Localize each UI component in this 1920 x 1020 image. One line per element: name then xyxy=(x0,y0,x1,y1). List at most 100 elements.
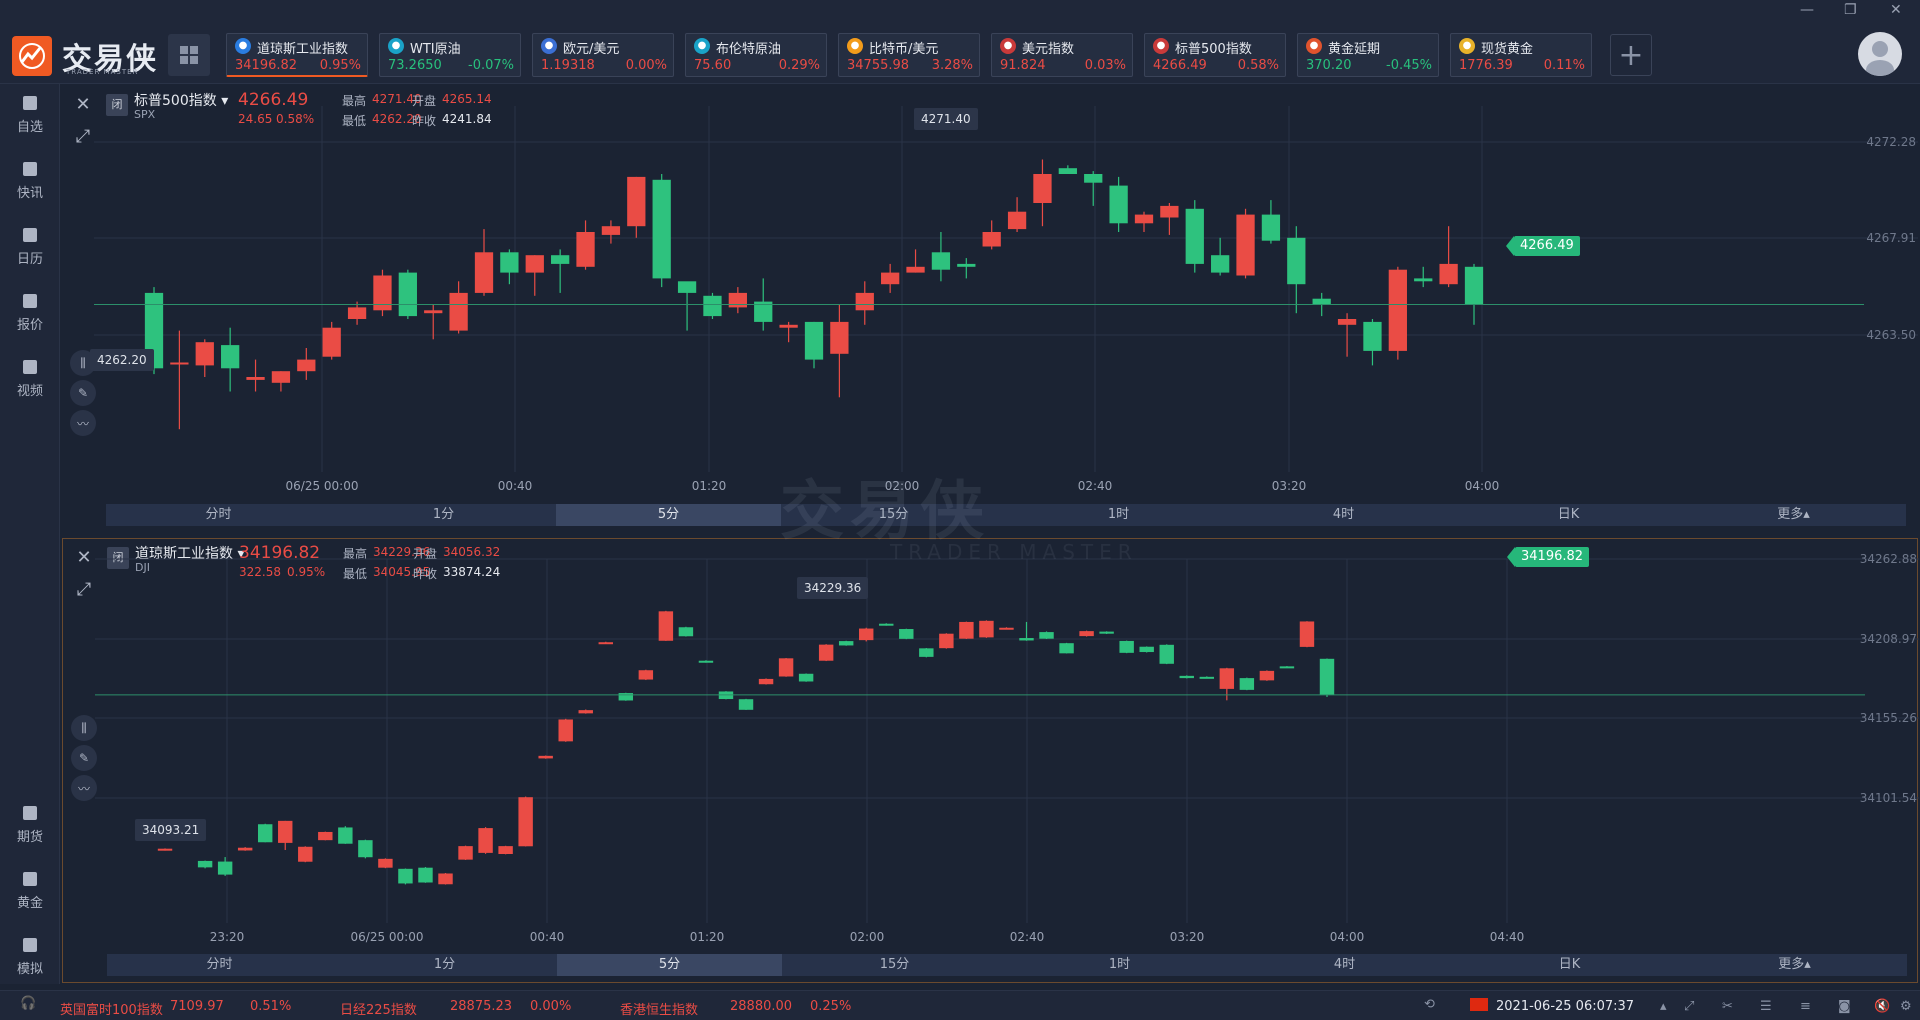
footer-index-name[interactable]: 香港恒生指数 xyxy=(620,999,698,1018)
mute-icon[interactable]: 🔇 xyxy=(1874,999,1890,1014)
ticker-1[interactable]: ● WTI原油 73.2650 -0.07% xyxy=(379,33,521,77)
sidebar-item-0[interactable]: 自选 xyxy=(0,84,60,144)
candle-body xyxy=(618,693,634,701)
chart-canvas[interactable]: 23:20 06/25 00:00 00:40 01:20 02:00 02:40 03:2… xyxy=(85,539,1919,954)
timeframe-0[interactable]: 分时 xyxy=(106,504,331,526)
sidebar-bottom-item-2[interactable]: 模拟 xyxy=(0,926,60,986)
candle-body xyxy=(338,827,353,844)
timeframe-6[interactable]: 日K xyxy=(1456,504,1681,526)
candle-body xyxy=(959,621,974,639)
headset-icon[interactable]: 🎧 xyxy=(20,996,36,1011)
candle-body xyxy=(855,292,874,311)
footer-index-name[interactable]: 日经225指数 xyxy=(340,999,417,1018)
fullscreen-icon[interactable]: ⤢ xyxy=(1684,999,1694,1014)
link-icon[interactable]: ⟲ xyxy=(1424,997,1435,1012)
timeframe-7[interactable]: 更多▴ xyxy=(1681,504,1906,526)
footer-index-pct: 0.00% xyxy=(530,999,572,1014)
candle-body xyxy=(1219,668,1235,689)
dow-icon: ● xyxy=(235,38,251,54)
camera-icon[interactable]: ◙ xyxy=(1838,999,1851,1014)
layout-grid-button[interactable] xyxy=(168,34,210,76)
y-tick-label: 4263.50 xyxy=(1866,328,1916,342)
close-window-icon[interactable]: ✕ xyxy=(1890,2,1902,18)
sidebar-item-4[interactable]: 视频 xyxy=(0,348,60,408)
ticker-8[interactable]: ● 现货黄金 1776.39 0.11% xyxy=(1450,33,1592,77)
watermark-sub: TRADER MASTER xyxy=(890,540,1138,564)
footer-index-name[interactable]: 英国富时100指数 xyxy=(60,999,163,1018)
timeframe-5[interactable]: 4时 xyxy=(1232,954,1457,976)
candle-body xyxy=(398,868,413,884)
timeframe-2[interactable]: 5分 xyxy=(557,954,782,976)
candle-body xyxy=(879,623,894,626)
candle-body xyxy=(999,627,1014,630)
sidebar-item-label: 期货 xyxy=(16,830,43,845)
candle-body xyxy=(881,272,900,285)
x-tick-label: 03:20 xyxy=(1272,479,1307,493)
footer-index-pct: 0.25% xyxy=(810,999,852,1014)
candle-body xyxy=(271,371,291,383)
timeframe-1[interactable]: 1分 xyxy=(331,504,556,526)
chart-panel-dji: ✕ ⤢ 闭道琼斯工业指数 ▾ DJI 34196.82 322.58 0.95% 最高 3422… xyxy=(62,538,1919,983)
ticker-7[interactable]: ● 黄金延期 370.20 -0.45% xyxy=(1297,33,1439,77)
sidebar-item-1[interactable]: 快讯 xyxy=(0,150,60,210)
tools-icon[interactable]: ✂ xyxy=(1722,999,1733,1014)
candle-body xyxy=(500,252,519,273)
sidebar-item-3[interactable]: 报价 xyxy=(0,282,60,342)
candle-body xyxy=(758,678,774,685)
candle-body xyxy=(1160,205,1179,218)
chart-canvas[interactable]: 06/25 00:00 00:40 01:20 02:00 02:40 03:20 04:0… xyxy=(84,86,1918,504)
candle-body xyxy=(1079,631,1094,637)
candle-body xyxy=(1099,631,1114,634)
candle-body xyxy=(1109,185,1128,224)
candle-body xyxy=(558,719,573,742)
grid-icon xyxy=(180,46,198,64)
timeframe-0[interactable]: 分时 xyxy=(107,954,332,976)
timeframe-2[interactable]: 5分 xyxy=(556,504,781,526)
timeframe-7[interactable]: 更多▴ xyxy=(1682,954,1907,976)
timeframe-6[interactable]: 日K xyxy=(1457,954,1682,976)
restore-icon[interactable]: ❐ xyxy=(1844,2,1857,18)
timeframe-4[interactable]: 1时 xyxy=(1007,954,1232,976)
ticker-price: 1776.39 xyxy=(1459,58,1513,73)
timeframe-4[interactable]: 1时 xyxy=(1006,504,1231,526)
ticker-change: 0.11% xyxy=(1543,58,1585,73)
ticker-5[interactable]: ● 美元指数 91.824 0.03% xyxy=(991,33,1133,77)
candle-body xyxy=(1239,678,1255,690)
timeframe-1[interactable]: 1分 xyxy=(332,954,557,976)
sidebar-bottom-item-0[interactable]: 期货 xyxy=(0,794,60,854)
candle-body xyxy=(601,226,621,235)
ticker-0[interactable]: ● 道琼斯工业指数 34196.82 0.95% xyxy=(226,33,368,77)
ticker-3[interactable]: ● 布伦特原油 75.60 0.29% xyxy=(685,33,827,77)
max-price-callout: 4271.40 xyxy=(914,108,978,130)
sidebar-item-2[interactable]: 日历 xyxy=(0,216,60,276)
timeframe-3[interactable]: 15分 xyxy=(782,954,1007,976)
x-tick-label: 06/25 00:00 xyxy=(286,479,359,493)
sidebar-item-label: 报价 xyxy=(16,318,43,333)
ticker-2[interactable]: ● 欧元/美元 1.19318 0.00% xyxy=(532,33,674,77)
settings-icon[interactable]: ⚙ xyxy=(1900,999,1912,1014)
add-ticker-button[interactable]: + xyxy=(1610,34,1652,76)
ticker-4[interactable]: ● 比特币/美元 34755.98 3.28% xyxy=(838,33,980,77)
up-arrow-icon[interactable]: ▴ xyxy=(1660,999,1667,1014)
ticker-change: 0.29% xyxy=(778,58,820,73)
sidebar-bottom-item-1[interactable]: 黄金 xyxy=(0,860,60,920)
avatar[interactable] xyxy=(1858,32,1902,76)
candle-body xyxy=(378,858,393,868)
candle-body xyxy=(1312,298,1331,305)
list-icon[interactable]: ☰ xyxy=(1760,999,1772,1014)
sidebar-item-label: 视频 xyxy=(16,384,43,399)
ticker-price: 4266.49 xyxy=(1153,58,1207,73)
menu-icon[interactable]: ≡ xyxy=(1800,999,1811,1014)
candle-body xyxy=(906,266,925,273)
candle-body xyxy=(1199,676,1215,679)
ticker-name: 美元指数 xyxy=(1022,42,1075,57)
ticker-6[interactable]: ● 标普500指数 4266.49 0.58% xyxy=(1144,33,1286,77)
news-icon xyxy=(23,162,37,176)
cn-flag-icon xyxy=(1470,998,1488,1011)
candle-body xyxy=(373,275,392,311)
timeframe-5[interactable]: 4时 xyxy=(1231,504,1456,526)
candle-body xyxy=(1179,675,1194,679)
gold-coin-icon: ● xyxy=(1459,38,1475,54)
x-tick-label: 01:20 xyxy=(692,479,727,493)
minimize-icon[interactable]: — xyxy=(1800,2,1814,18)
